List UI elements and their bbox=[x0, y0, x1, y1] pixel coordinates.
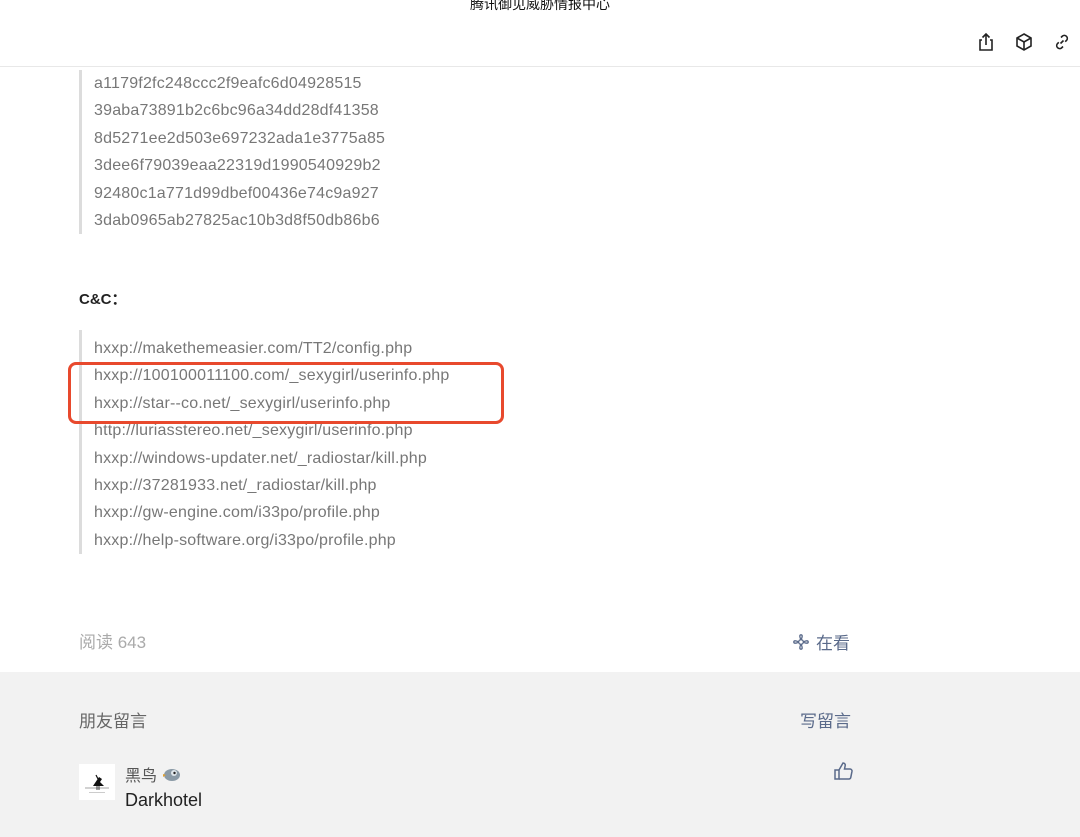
hash-item: 8d5271ee2d503e697232ada1e3775a85 bbox=[94, 129, 386, 147]
url-item: hxxp://windows-updater.net/_radiostar/ki… bbox=[94, 449, 427, 467]
watching-label: 在看 bbox=[816, 634, 850, 653]
hash-item: 3dab0965ab27825ac10b3d8f50db86b6 bbox=[94, 212, 380, 230]
toolbar-icons bbox=[974, 30, 1074, 54]
url-item: hxxp://gw-engine.com/i33po/profile.php bbox=[94, 504, 380, 522]
comment-author: 黑鸟 bbox=[125, 762, 181, 786]
comments-title: 朋友留言 bbox=[79, 712, 147, 731]
url-item: hxxp://help-software.org/i33po/profile.p… bbox=[94, 531, 396, 549]
comment-text: Darkhotel bbox=[125, 790, 203, 810]
link-icon[interactable] bbox=[1050, 30, 1074, 54]
write-comment-button[interactable]: 写留言 bbox=[800, 707, 851, 732]
cube-icon[interactable] bbox=[1012, 30, 1036, 54]
share-icon[interactable] bbox=[974, 30, 998, 54]
bird-emoji-icon bbox=[163, 769, 181, 781]
read-count: 阅读 643 bbox=[79, 633, 147, 652]
hash-item: 92480c1a771d99dbef00436e74c9a927 bbox=[94, 184, 379, 202]
hash-item: a1179f2fc248ccc2f9eafc6d04928515 bbox=[94, 75, 362, 92]
highlight-box bbox=[68, 362, 504, 424]
watching-button[interactable]: 在看 bbox=[792, 629, 850, 654]
flower-icon bbox=[793, 633, 809, 650]
url-item: hxxp://37281933.net/_radiostar/kill.php bbox=[94, 477, 377, 495]
page-title: 腾讯御见威胁情报中心 bbox=[470, 0, 610, 12]
url-item: hxxp://makethemeasier.com/TT2/config.php bbox=[94, 340, 413, 357]
hash-item: 3dee6f79039eaa22319d1990540929b2 bbox=[94, 157, 381, 175]
hash-item: 39aba73891b2c6bc96a34dd28df41358 bbox=[94, 102, 379, 120]
avatar bbox=[79, 764, 115, 800]
comments-section: 朋友留言 写留言 黑鸟 Darkhotel bbox=[0, 672, 1080, 837]
cnc-heading: C&C： bbox=[79, 291, 127, 308]
comment-author-name: 黑鸟 bbox=[125, 768, 158, 785]
hash-list: a1179f2fc248ccc2f9eafc6d04928515 39aba73… bbox=[79, 70, 386, 235]
top-bar: 腾讯御见威胁情报中心 bbox=[0, 0, 1080, 67]
like-icon[interactable] bbox=[832, 760, 854, 782]
